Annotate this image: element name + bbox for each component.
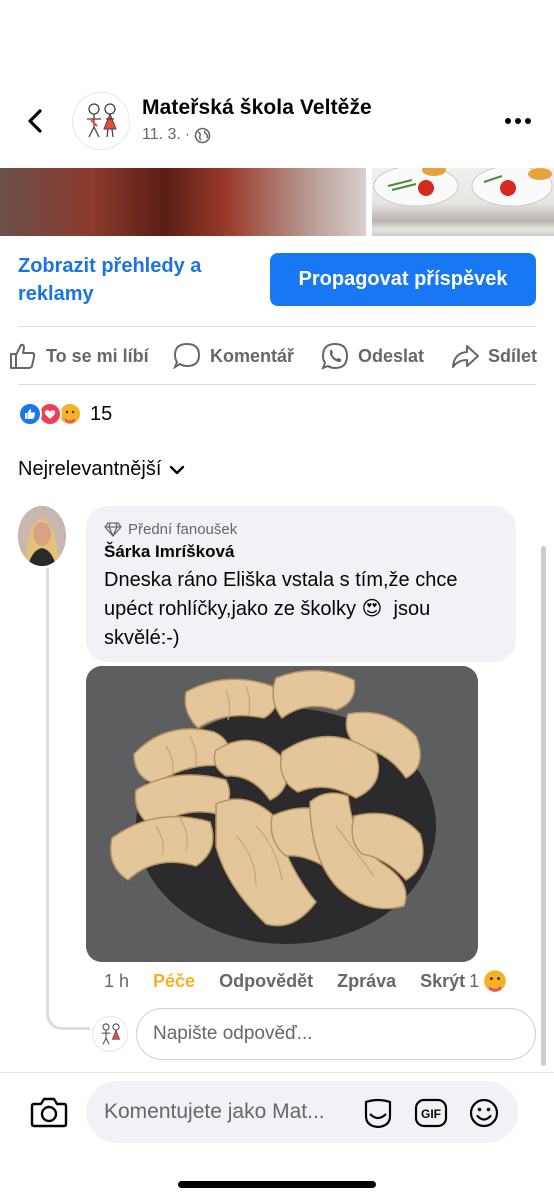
sticker-icon (364, 1098, 392, 1129)
reaction-summary[interactable]: 15 (18, 400, 112, 428)
dot-icon (525, 118, 531, 124)
dot-icon (505, 118, 511, 124)
reply-input[interactable]: Napište odpověď... (136, 1008, 536, 1060)
post-photo-right[interactable] (372, 168, 554, 236)
view-insights-link[interactable]: Zobrazit přehledy a reklamy (18, 252, 248, 308)
comment-composer[interactable]: Komentujete jako Mat... GIF (86, 1081, 518, 1143)
camera-button[interactable] (28, 1091, 70, 1133)
comment-attached-photo[interactable] (86, 666, 478, 962)
reaction-count: 15 (90, 402, 113, 425)
comment-button[interactable]: Komentář (172, 334, 294, 378)
scrollbar[interactable] (541, 546, 546, 1066)
more-options-button[interactable] (500, 108, 536, 134)
smiley-icon (469, 1098, 499, 1128)
comment-time: 1 h (104, 970, 130, 991)
emoji-button[interactable] (466, 1095, 502, 1131)
meta-separator: · (184, 126, 191, 143)
camera-icon (30, 1097, 68, 1128)
post-photo-left[interactable] (0, 168, 366, 236)
comment-composer-bar: Komentujete jako Mat... GIF (0, 1072, 554, 1200)
thumbs-up-icon (10, 343, 36, 369)
care-reaction-button[interactable]: Péče (153, 971, 195, 992)
care-emoji-icon[interactable] (483, 969, 507, 993)
post-meta: 11. 3. · (142, 126, 211, 144)
divider (18, 326, 536, 327)
comment-label: Komentář (210, 345, 295, 366)
whatsapp-icon (321, 342, 349, 370)
gif-button[interactable]: GIF (413, 1095, 449, 1131)
comment-sort-dropdown[interactable]: Nejrelevantnější (18, 458, 185, 481)
commenter-avatar[interactable] (18, 506, 66, 566)
comment-bubble-icon (172, 342, 201, 370)
page-name[interactable]: Mateřská škola Veltěže (142, 96, 372, 120)
post-header: Mateřská škola Veltěže 11. 3. · (0, 0, 554, 168)
comment-text: Dneska ráno Eliška vstala s tím,že chce … (104, 566, 498, 653)
home-indicator[interactable] (178, 1181, 376, 1188)
share-button[interactable]: Sdílet (450, 334, 537, 378)
post-admin-actions: Zobrazit přehledy a reklamy Propagovat p… (0, 244, 554, 326)
share-arrow-icon (452, 345, 479, 368)
plates-photo (373, 168, 553, 207)
kids-drawing-logo (101, 1023, 121, 1045)
thread-connector (46, 568, 90, 1030)
hide-button[interactable]: Skrýt (420, 971, 465, 992)
page-avatar[interactable] (72, 92, 130, 150)
message-button[interactable]: Zpráva (337, 971, 396, 992)
like-reaction-icon (18, 402, 42, 426)
send-button[interactable]: Odeslat (320, 334, 424, 378)
post-images (0, 168, 554, 236)
commenter-name[interactable]: Šárka Imríšková (104, 542, 498, 562)
chevron-left-icon (28, 109, 42, 133)
share-label: Sdílet (488, 345, 538, 366)
heart-eyes-emoji: 😍 (361, 598, 383, 620)
top-fan-badge: Přední fanoušek (104, 518, 498, 540)
dot-icon (515, 118, 521, 124)
divider (18, 384, 536, 385)
croissants-photo (86, 666, 478, 962)
comment-reaction-count: 1 (469, 970, 480, 991)
comment-action-row: 1 h Péče Odpovědět Zpráva Skrýt 1 (104, 968, 507, 994)
like-button[interactable]: To se mi líbí (8, 334, 149, 378)
page-reply-avatar (92, 1016, 128, 1052)
boost-post-button[interactable]: Propagovat příspěvek (270, 253, 536, 306)
like-label: To se mi líbí (46, 345, 149, 366)
send-label: Odeslat (358, 345, 425, 366)
back-button[interactable] (18, 104, 52, 138)
gif-label: GIF (421, 1107, 441, 1121)
avatar-sticker-button[interactable] (360, 1095, 396, 1131)
diamond-icon (104, 522, 122, 537)
reply-button[interactable]: Odpovědět (219, 971, 313, 992)
kids-drawing-logo (87, 103, 117, 138)
sort-label: Nejrelevantnější (18, 458, 162, 480)
post-date: 11. 3. (142, 126, 181, 143)
post-action-bar: To se mi líbí Komentář Odeslat Sdílet (0, 334, 554, 378)
globe-icon[interactable] (194, 127, 211, 144)
reply-placeholder: Napište odpověď... (153, 1023, 313, 1044)
gif-icon: GIF (414, 1098, 448, 1128)
chevron-down-icon (170, 465, 185, 474)
profile-photo (18, 506, 66, 566)
badge-label: Přední fanoušek (128, 520, 238, 538)
composer-placeholder: Komentujete jako Mat... (104, 1100, 325, 1123)
comment-bubble[interactable]: Přední fanoušek Šárka Imríšková Dneska r… (86, 506, 516, 662)
